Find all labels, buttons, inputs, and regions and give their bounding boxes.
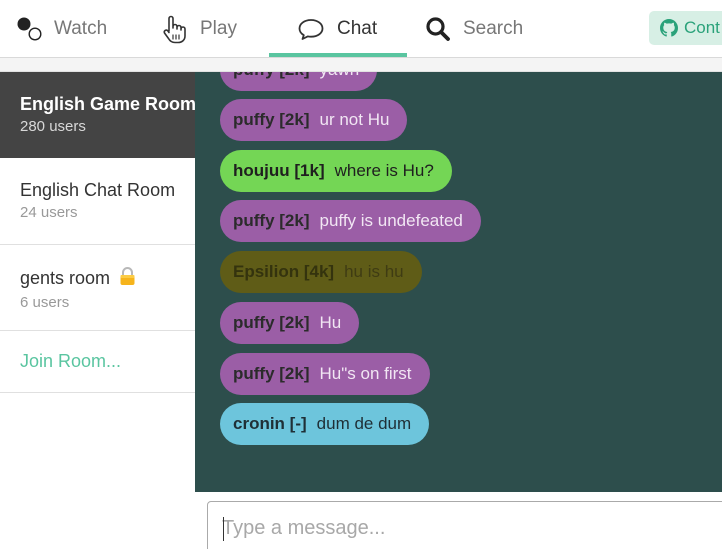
text-caret [223, 517, 224, 541]
chat-message: houjuu [1k] where is Hu? [220, 150, 452, 192]
room-sidebar: English Game Room 280 users English Chat… [0, 72, 195, 549]
message-text: dum de dum [316, 414, 412, 433]
tab-play[interactable]: Play [160, 0, 237, 58]
chat-message: puffy [2k] yawn [220, 72, 378, 91]
search-icon [425, 16, 451, 42]
top-navigation: Watch Play Chat Search Cont [0, 0, 722, 58]
tab-search-label: Search [463, 18, 524, 39]
tab-play-label: Play [200, 18, 237, 39]
tab-chat-label: Chat [337, 18, 378, 39]
message-input[interactable] [208, 502, 722, 549]
room-user-count: 24 users [20, 204, 78, 221]
message-username[interactable]: puffy [2k] [233, 110, 310, 130]
pointer-hand-icon [160, 14, 188, 44]
contribute-button[interactable]: Cont [649, 11, 722, 45]
sub-header-bar [0, 58, 722, 72]
message-username[interactable]: puffy [2k] [233, 313, 310, 333]
room-name: English Game Room [20, 94, 195, 114]
join-room-link[interactable]: Join Room... [0, 331, 195, 393]
message-username[interactable]: Epsilion [4k] [233, 262, 334, 282]
message-username[interactable]: puffy [2k] [233, 72, 310, 80]
chat-message: puffy [2k] Hu [220, 302, 360, 344]
tab-watch-label: Watch [54, 18, 108, 39]
room-user-count: 6 users [20, 294, 70, 311]
room-name: gents room [20, 268, 111, 288]
message-username[interactable]: puffy [2k] [233, 211, 310, 231]
chat-message: puffy [2k] puffy is undefeated [220, 200, 481, 242]
message-username[interactable]: puffy [2k] [233, 364, 310, 384]
chat-message: puffy [2k] ur not Hu [220, 99, 408, 141]
chat-log[interactable]: puffy [2k] yawn puffy [2k] ur not Hu hou… [195, 72, 722, 492]
message-text: Hu"s on first [319, 364, 412, 383]
tab-search[interactable]: Search [425, 0, 523, 58]
room-item-english-chat-room[interactable]: English Chat Room 24 users [0, 158, 195, 245]
message-username[interactable]: houjuu [1k] [233, 161, 325, 181]
message-text: hu is hu [344, 262, 404, 281]
room-item-english-game-room[interactable]: English Game Room 280 users [0, 72, 195, 158]
tab-chat[interactable]: Chat [269, 0, 407, 58]
message-text: Hu [319, 313, 342, 332]
lock-icon [119, 267, 136, 290]
room-name-row: gents room [20, 267, 195, 290]
contribute-label: Cont [684, 18, 720, 37]
chat-bubble-icon [297, 17, 325, 41]
message-text: ur not Hu [319, 110, 390, 129]
chat-message: puffy [2k] Hu"s on first [220, 353, 430, 395]
message-text: puffy is undefeated [319, 211, 463, 230]
tab-watch[interactable]: Watch [16, 0, 107, 58]
room-name: English Chat Room [20, 180, 176, 200]
room-user-count: 280 users [20, 118, 86, 135]
chat-message: cronin [-] dum de dum [220, 403, 430, 445]
watch-icon [16, 16, 42, 42]
message-text: where is Hu? [334, 161, 434, 180]
chat-message: Epsilion [4k] hu is hu [220, 251, 422, 293]
message-username[interactable]: cronin [-] [233, 414, 307, 434]
message-input-container [207, 501, 722, 549]
github-icon [660, 19, 678, 37]
message-text: yawn [320, 72, 360, 80]
room-item-gents-room[interactable]: gents room 6 users [0, 245, 195, 331]
